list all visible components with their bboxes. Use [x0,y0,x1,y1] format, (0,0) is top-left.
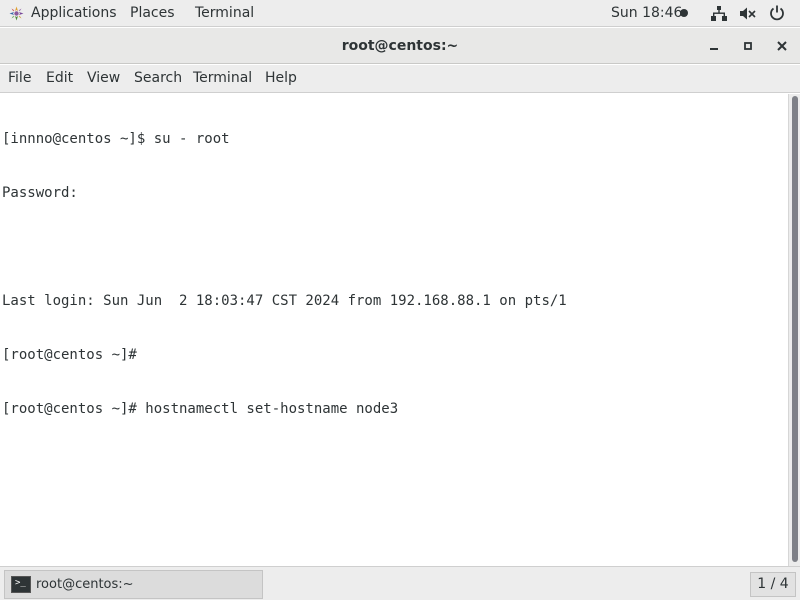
network-icon[interactable] [711,6,727,21]
terminal-text: [innno@centos ~]$ su - root Password: La… [2,94,567,454]
places-menu[interactable]: Places [130,0,175,27]
menu-terminal[interactable]: Terminal [193,65,252,93]
window-title: root@centos:~ [341,38,459,54]
menu-edit[interactable]: Edit [46,65,73,93]
top-panel: Applications Places Terminal Sun 18:46 [0,0,800,27]
terminal-line: [innno@centos ~]$ su - root [2,131,230,147]
menu-help[interactable]: Help [265,65,297,93]
terminal-app-menu[interactable]: Terminal [195,0,254,27]
menu-file[interactable]: File [8,65,31,93]
workspace-switcher[interactable]: 1 / 4 [750,572,796,597]
terminal-line: [root@centos ~]# hostnamectl set-hostnam… [2,401,399,417]
terminal-output[interactable]: [innno@centos ~]$ su - root Password: La… [0,94,788,566]
power-icon[interactable] [769,5,785,21]
menu-search[interactable]: Search [134,65,182,93]
clock[interactable]: Sun 18:46 [611,0,682,27]
taskbar-window-button[interactable]: >_ root@centos:~ [4,570,263,599]
bottom-taskbar: >_ root@centos:~ 1 / 4 [0,566,800,600]
menu-view[interactable]: View [87,65,120,93]
taskbar-window-label: root@centos:~ [36,577,134,592]
terminal-line: Last login: Sun Jun 2 18:03:47 CST 2024 … [2,293,567,309]
close-icon[interactable] [775,39,789,53]
volume-icon[interactable] [739,6,757,21]
scrollbar-thumb[interactable] [792,96,798,562]
terminal-icon: >_ [11,576,31,593]
minimize-icon[interactable] [707,39,721,53]
terminal-line: Password: [2,185,78,201]
window-titlebar[interactable]: root@centos:~ [0,28,800,64]
terminal-menubar: File Edit View Search Terminal Help [0,65,800,93]
terminal-scrollbar[interactable] [788,94,800,566]
terminal-line: [root@centos ~]# [2,347,137,363]
maximize-icon[interactable] [741,39,755,53]
applications-icon[interactable] [9,6,24,21]
notification-dot-icon [680,9,688,17]
applications-menu[interactable]: Applications [31,0,117,27]
